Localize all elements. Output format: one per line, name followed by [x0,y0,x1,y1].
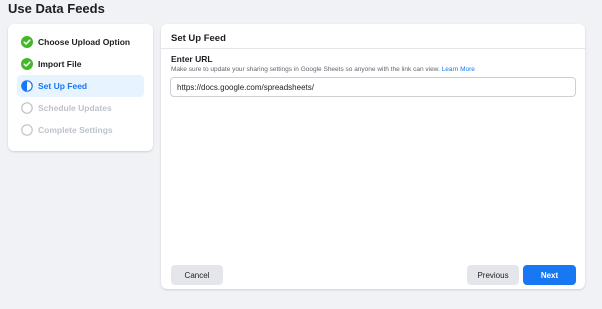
url-field-label: Enter URL [171,54,213,64]
url-help-text: Make sure to update your sharing setting… [171,66,475,73]
step-label: Schedule Updates [38,103,112,113]
divider [161,48,585,49]
section-title: Set Up Feed [171,33,226,44]
learn-more-link[interactable]: Learn More [442,66,475,73]
cancel-button[interactable]: Cancel [171,265,223,285]
step-choose-upload-option[interactable]: Choose Upload Option [17,31,144,53]
step-complete-settings[interactable]: Complete Settings [17,119,144,141]
half-circle-progress-icon [21,80,33,92]
step-label: Set Up Feed [38,81,88,91]
url-input[interactable] [170,77,576,97]
steps-panel: Choose Upload Option Import File Set Up … [8,24,153,151]
check-circle-icon [21,36,33,48]
set-up-feed-panel: Set Up Feed Enter URL Make sure to updat… [161,24,585,289]
step-label: Import File [38,59,82,69]
next-button[interactable]: Next [523,265,576,285]
step-label: Choose Upload Option [38,37,131,47]
empty-circle-icon [21,102,33,114]
step-set-up-feed[interactable]: Set Up Feed [17,75,144,97]
step-import-file[interactable]: Import File [17,53,144,75]
step-label: Complete Settings [38,125,113,135]
page-title: Use Data Feeds [8,1,105,16]
empty-circle-icon [21,124,33,136]
previous-button[interactable]: Previous [467,265,519,285]
help-text: Make sure to update your sharing setting… [171,66,440,73]
check-circle-icon [21,58,33,70]
step-schedule-updates[interactable]: Schedule Updates [17,97,144,119]
